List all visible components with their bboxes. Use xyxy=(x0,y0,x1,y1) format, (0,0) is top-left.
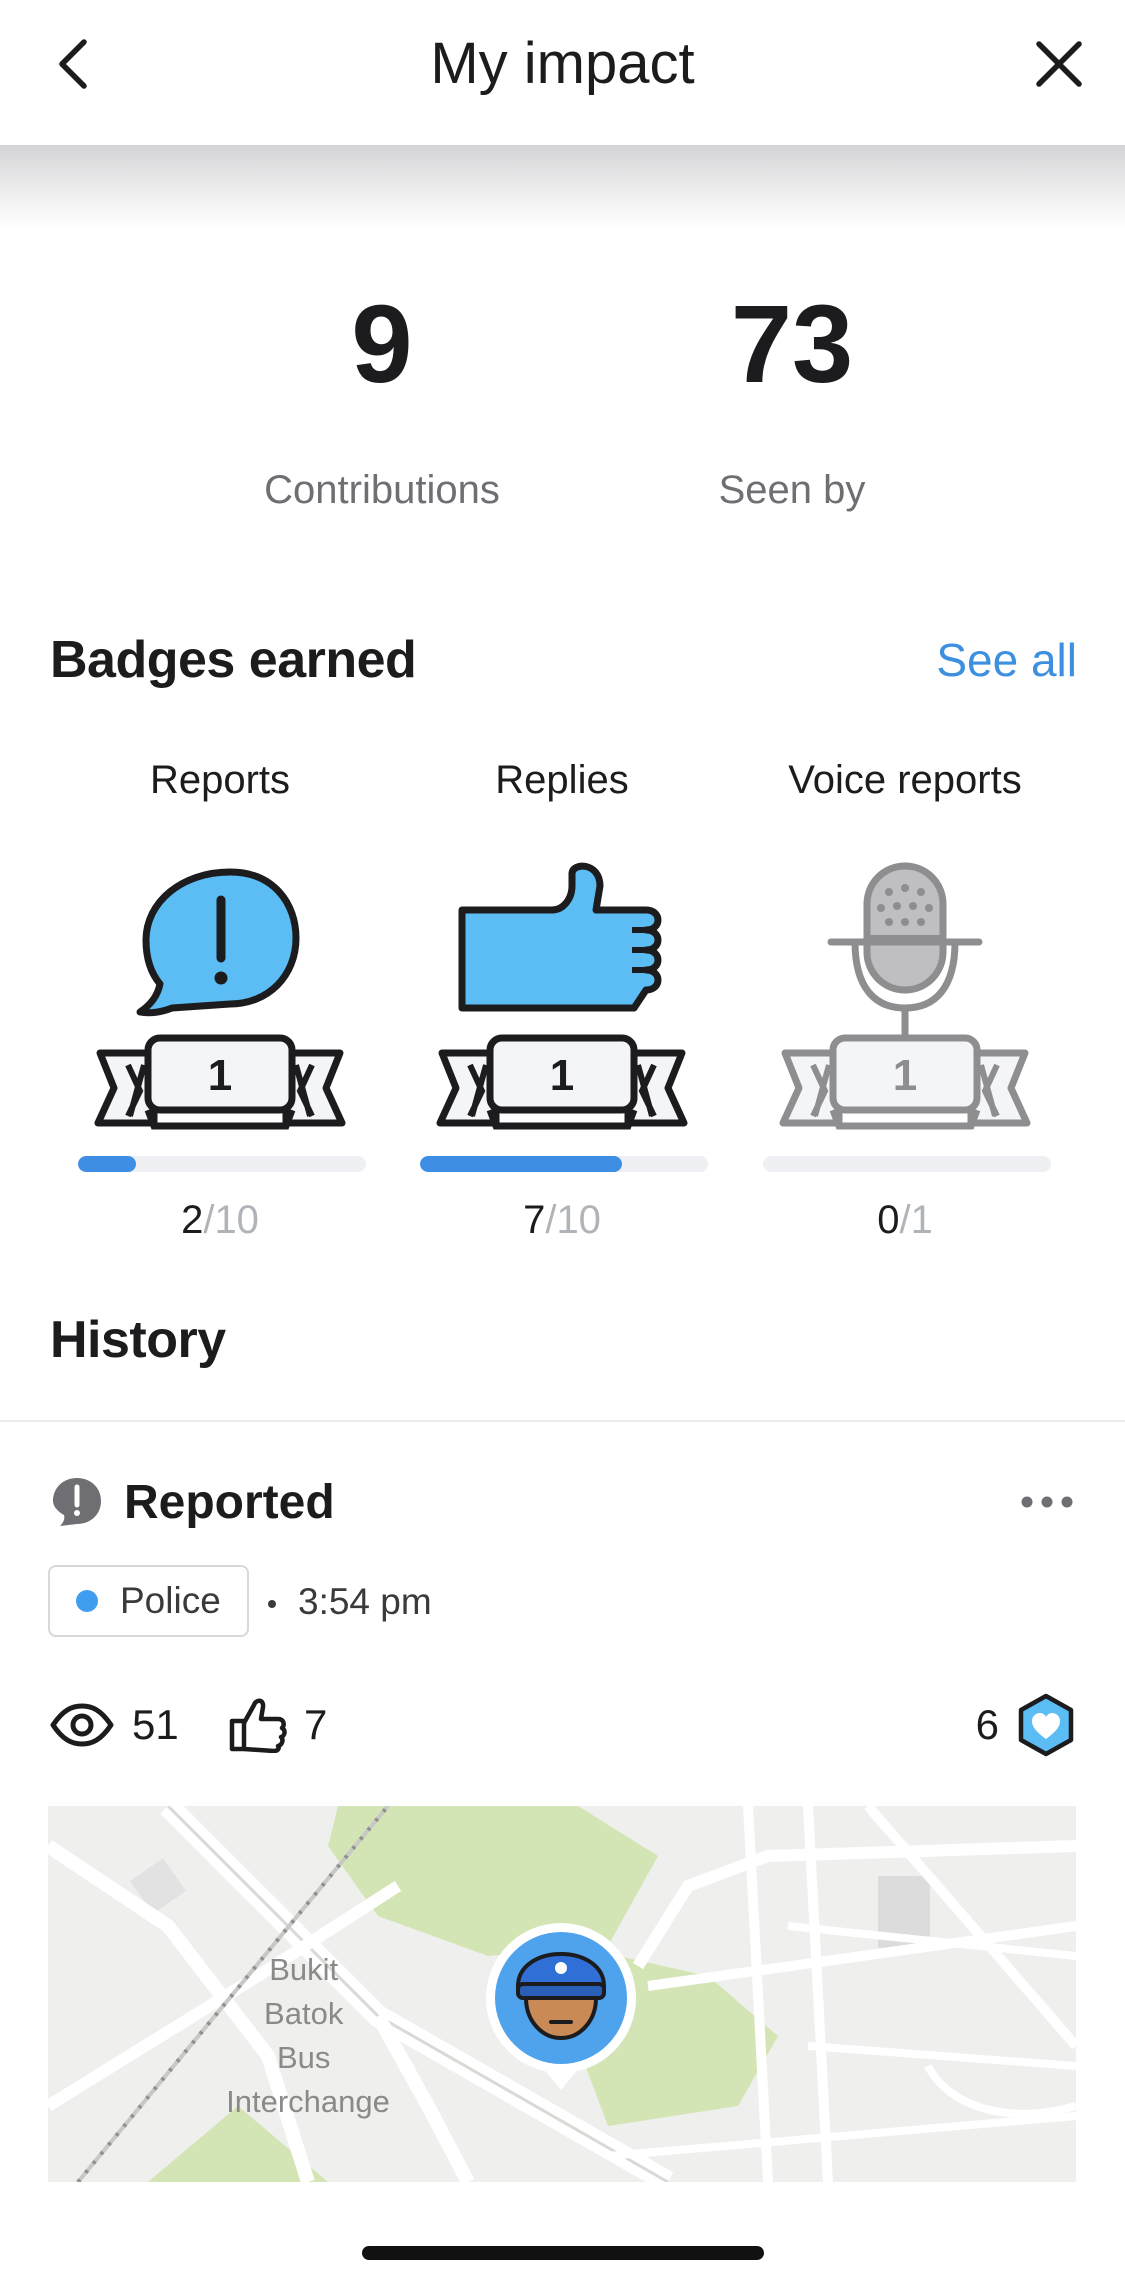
badge-progress-bar xyxy=(763,1156,1051,1172)
map-canvas: Bukit Batok Bus Interchange xyxy=(48,1806,1076,2182)
progress-fill xyxy=(78,1156,136,1172)
history-section-title: History xyxy=(50,1311,226,1369)
eye-icon xyxy=(50,1703,114,1747)
divider xyxy=(0,1420,1125,1422)
thumbs-up-outline-icon xyxy=(229,1698,287,1753)
badge-level: 1 xyxy=(208,1051,232,1100)
seen-by-count: 73 xyxy=(730,283,854,406)
badges-section-title: Badges earned xyxy=(50,631,417,689)
thumbs-up-icon: 1 xyxy=(436,862,688,1130)
heart-shield-icon xyxy=(1018,1693,1074,1757)
likes-metric: 7 xyxy=(228,1690,327,1760)
header-shadow xyxy=(0,145,1125,230)
history-item-type: Reported xyxy=(124,1475,335,1529)
report-time: 3:54 pm xyxy=(268,1572,432,1632)
map-label-line: Interchange xyxy=(226,2084,390,2119)
microphone-icon: 1 xyxy=(779,862,1031,1130)
category-tag: Police xyxy=(48,1565,249,1637)
views-count: 51 xyxy=(132,1701,179,1748)
contributions-count: 9 xyxy=(351,283,413,406)
category-label: Police xyxy=(120,1580,221,1621)
page-title: My impact xyxy=(430,31,695,96)
badge-voice-reports[interactable]: Voice reports 1 0/1 xyxy=(755,748,1055,1242)
close-button[interactable] xyxy=(1023,28,1095,100)
badge-progress-bar xyxy=(420,1156,708,1172)
header: My impact xyxy=(0,0,1125,145)
badge-progress-bar xyxy=(78,1156,366,1172)
see-all-link[interactable]: See all xyxy=(936,625,1077,695)
badge-progress-count: 0/1 xyxy=(877,1198,933,1242)
more-options-button[interactable] xyxy=(1017,1482,1077,1522)
category-dot xyxy=(76,1590,98,1612)
seen-by-label: Seen by xyxy=(718,468,866,512)
score-count: 6 xyxy=(975,1701,999,1748)
map-label-line: Batok xyxy=(264,1996,344,2031)
map-label-line: Bus xyxy=(277,2040,330,2075)
home-indicator[interactable] xyxy=(362,2246,764,2260)
likes-count: 7 xyxy=(304,1701,328,1748)
badge-progress-count: 2/10 xyxy=(181,1198,259,1242)
badge-title: Replies xyxy=(495,758,629,802)
score-metric: 6 xyxy=(976,1690,1075,1760)
badge-replies[interactable]: Replies 1 7/10 xyxy=(412,748,712,1242)
history-item-header: Reported xyxy=(50,1472,335,1532)
badge-title: Voice reports xyxy=(788,758,1022,802)
contributions-label: Contributions xyxy=(264,468,500,512)
map-label-line: Bukit xyxy=(269,1952,338,1987)
more-horizontal-icon xyxy=(1021,1496,1073,1508)
report-bubble-icon xyxy=(53,1478,101,1526)
badge-title: Reports xyxy=(149,758,291,802)
close-icon xyxy=(1036,41,1082,87)
views-metric: 51 xyxy=(50,1690,179,1760)
badge-level: 1 xyxy=(550,1051,574,1100)
speech-bubble-exclamation-icon: 1 xyxy=(94,868,346,1130)
report-location-map[interactable]: Bukit Batok Bus Interchange xyxy=(48,1806,1076,2182)
badge-reports[interactable]: Reports 1 2/10 xyxy=(70,748,370,1242)
badge-level: 1 xyxy=(893,1051,917,1100)
badge-progress-count: 7/10 xyxy=(523,1198,601,1242)
progress-fill xyxy=(420,1156,622,1172)
